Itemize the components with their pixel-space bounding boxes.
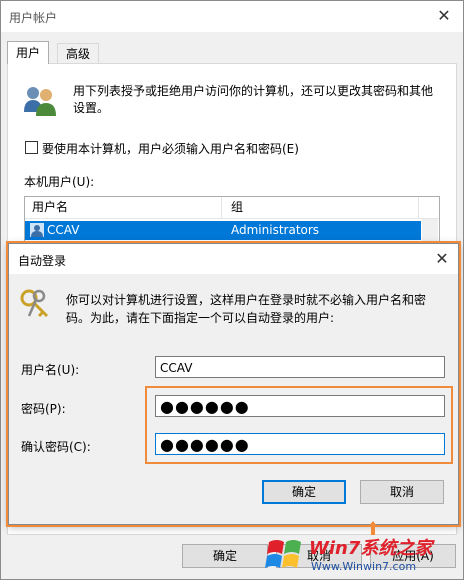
windows-logo-icon — [265, 540, 301, 568]
window-close-icon[interactable]: ✕ — [434, 6, 454, 26]
users-icon — [22, 82, 58, 118]
table-row[interactable]: CCAV Administrators — [25, 221, 421, 240]
username-field[interactable]: CCAV — [155, 356, 445, 378]
dialog-description-line-1: 你可以对计算机进行设置，这样用户在登录时就不必输入用户名和密 — [66, 293, 427, 307]
tab-advanced[interactable]: 高级 — [57, 43, 100, 64]
description-line-1: 用下列表授予或拒绝用户访问你的计算机，还可以更改其密码和其他 — [73, 84, 434, 98]
dialog-title: 自动登录 — [18, 254, 67, 268]
dialog-description: 你可以对计算机进行设置，这样用户在登录时就不必输入用户名和密 码。为此，请在下面… — [66, 291, 446, 327]
dialog-titlebar: 自动登录 ✕ — [9, 244, 458, 274]
users-description: 用下列表授予或拒绝用户访问你的计算机，还可以更改其密码和其他 设置。 — [73, 83, 443, 117]
list-scrollbar[interactable] — [422, 219, 438, 246]
row-group: Administrators — [231, 223, 320, 237]
dialog-description-line-2: 码。为此，请在下面指定一个可以自动登录的用户: — [66, 311, 335, 325]
watermark-url: Www.Winwin7.com — [311, 560, 417, 573]
row-username: CCAV — [47, 223, 80, 237]
password-field[interactable]: ●●●●●● — [155, 395, 445, 417]
users-list[interactable]: 用户名 组 CCAV Administrators — [24, 196, 440, 248]
dialog-ok-button[interactable]: 确定 — [262, 480, 346, 504]
ok-button[interactable]: 确定 — [182, 544, 268, 568]
username-label: 用户名(U): — [21, 363, 80, 377]
password-label: 密码(P): — [21, 402, 66, 416]
column-username[interactable]: 用户名 — [32, 197, 68, 218]
column-separator — [418, 197, 419, 218]
site-watermark: Win7系统之家 Www.Winwin7.com — [265, 528, 464, 580]
require-password-checkbox[interactable] — [25, 141, 38, 154]
confirm-password-label: 确认密码(C): — [21, 440, 91, 454]
local-users-label: 本机用户(U): — [24, 175, 95, 189]
dialog-cancel-button[interactable]: 取消 — [360, 480, 444, 504]
user-avatar-icon — [30, 223, 44, 237]
column-separator — [221, 197, 222, 218]
tab-users[interactable]: 用户 — [7, 41, 50, 64]
window-titlebar: 用户帐户 ✕ — [1, 1, 463, 32]
column-group[interactable]: 组 — [231, 197, 243, 218]
dialog-close-icon[interactable]: ✕ — [432, 249, 452, 269]
confirm-password-field[interactable]: ●●●●●● — [155, 433, 445, 455]
keys-icon — [19, 288, 53, 322]
window-title: 用户帐户 — [9, 11, 58, 25]
users-list-header: 用户名 组 — [25, 197, 439, 219]
require-password-label[interactable]: 要使用本计算机，用户必须输入用户名和密码(E) — [42, 140, 299, 157]
watermark-brand: Win7系统之家 — [309, 538, 433, 559]
description-line-2: 设置。 — [73, 101, 110, 115]
auto-logon-dialog: 自动登录 ✕ 你可以对计算机进行设置，这样用户在登录时就不必输入用户名和密 码。… — [8, 243, 459, 525]
